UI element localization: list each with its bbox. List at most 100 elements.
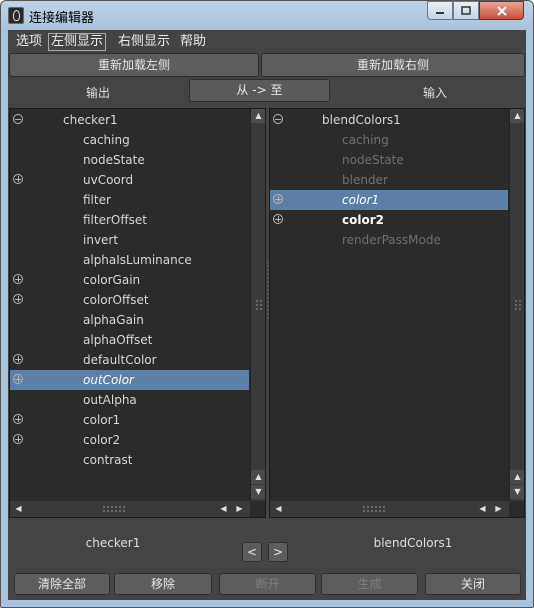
attribute-label: nodeState bbox=[83, 153, 145, 167]
attribute-label: renderPassMode bbox=[342, 233, 441, 247]
expand-icon[interactable] bbox=[273, 214, 283, 224]
scroll-down-icon[interactable]: ▼ bbox=[251, 485, 265, 499]
scroll-up-icon[interactable]: ▲ bbox=[510, 470, 524, 484]
attribute-row[interactable]: alphaIsLuminance bbox=[10, 250, 249, 270]
maximize-icon bbox=[461, 5, 471, 15]
attribute-label: alphaIsLuminance bbox=[83, 253, 192, 267]
attribute-label: outAlpha bbox=[83, 393, 137, 407]
attribute-label: filterOffset bbox=[83, 213, 147, 227]
left-horizontal-scrollbar[interactable]: ◀ ◀ ▶ bbox=[10, 501, 250, 517]
reload-right-button[interactable]: 重新加载右侧 bbox=[261, 53, 525, 77]
menu-bar: 选项 左侧显示 右侧显示 帮助 bbox=[8, 30, 526, 52]
next-node-button[interactable]: > bbox=[268, 542, 288, 562]
node-row[interactable]: blendColors1 bbox=[270, 110, 508, 130]
close-window-button[interactable] bbox=[479, 1, 524, 20]
attribute-label: color2 bbox=[83, 433, 121, 447]
attribute-row[interactable]: filter bbox=[10, 190, 249, 210]
expand-icon[interactable] bbox=[13, 414, 23, 424]
attribute-label: nodeState bbox=[342, 153, 404, 167]
attribute-label: color2 bbox=[342, 213, 384, 227]
attribute-label: color1 bbox=[342, 193, 380, 207]
attribute-row[interactable]: blender bbox=[270, 170, 508, 190]
attribute-row[interactable]: contrast bbox=[10, 450, 249, 470]
attribute-row[interactable]: colorOffset bbox=[10, 290, 249, 310]
scroll-down-icon[interactable]: ▼ bbox=[510, 485, 524, 499]
scroll-right-icon[interactable]: ▶ bbox=[233, 502, 246, 516]
attribute-label: blender bbox=[342, 173, 388, 187]
expand-icon[interactable] bbox=[13, 434, 23, 444]
attribute-row[interactable]: nodeState bbox=[10, 150, 249, 170]
remove-button[interactable]: 移除 bbox=[114, 573, 212, 595]
break-button[interactable]: 断开 bbox=[219, 573, 316, 595]
scroll-grip[interactable] bbox=[102, 505, 126, 513]
editor-client-area: 选项 左侧显示 右侧显示 帮助 重新加载左侧 重新加载右侧 输出 从 -> 至 … bbox=[8, 30, 526, 600]
clear-all-button[interactable]: 清除全部 bbox=[14, 573, 110, 595]
collapse-icon[interactable] bbox=[273, 114, 283, 124]
attribute-row[interactable]: outAlpha bbox=[10, 390, 249, 410]
attribute-label: colorOffset bbox=[83, 293, 149, 307]
attribute-row[interactable]: renderPassMode bbox=[270, 230, 508, 250]
collapse-icon[interactable] bbox=[13, 114, 23, 124]
from-to-button[interactable]: 从 -> 至 bbox=[189, 79, 330, 102]
attribute-row[interactable]: defaultColor bbox=[10, 350, 249, 370]
scroll-left-icon[interactable]: ◀ bbox=[476, 502, 489, 516]
scroll-grip[interactable] bbox=[514, 299, 522, 311]
attribute-row[interactable]: caching bbox=[10, 130, 249, 150]
reload-left-button[interactable]: 重新加载左侧 bbox=[9, 53, 259, 77]
attribute-row[interactable]: color2 bbox=[10, 430, 249, 450]
connection-editor-window: 连接编辑器 选项 左侧显示 右侧显示 帮助 重新加载左侧 重新加载右侧 输出 从… bbox=[0, 0, 534, 608]
minimize-button[interactable] bbox=[427, 1, 453, 20]
attribute-row[interactable]: nodeState bbox=[270, 150, 508, 170]
attribute-row[interactable]: color1 bbox=[270, 190, 508, 210]
maya-app-icon bbox=[8, 7, 24, 24]
attribute-row[interactable]: filterOffset bbox=[10, 210, 249, 230]
attribute-row[interactable]: caching bbox=[270, 130, 508, 150]
close-button[interactable]: 关闭 bbox=[425, 573, 521, 595]
expand-icon[interactable] bbox=[13, 294, 23, 304]
expand-icon[interactable] bbox=[13, 174, 23, 184]
right-vertical-scrollbar[interactable]: ▲ ▲ ▼ bbox=[509, 109, 524, 501]
scroll-left-icon[interactable]: ◀ bbox=[12, 502, 25, 516]
scroll-left-icon[interactable]: ◀ bbox=[272, 502, 285, 516]
scroll-right-icon[interactable]: ▶ bbox=[492, 502, 505, 516]
node-row[interactable]: checker1 bbox=[10, 110, 249, 130]
scroll-up-icon[interactable]: ▲ bbox=[251, 109, 265, 123]
node-name: checker1 bbox=[63, 113, 118, 127]
scroll-up-icon[interactable]: ▲ bbox=[510, 109, 524, 123]
attribute-row[interactable]: uvCoord bbox=[10, 170, 249, 190]
scroll-grip[interactable] bbox=[255, 299, 263, 311]
expand-icon[interactable] bbox=[13, 354, 23, 364]
right-horizontal-scrollbar[interactable]: ◀ ◀ ▶ bbox=[270, 501, 509, 517]
attribute-label: defaultColor bbox=[83, 353, 157, 367]
input-label: 输入 bbox=[422, 86, 447, 100]
node-name: blendColors1 bbox=[322, 113, 401, 127]
output-label: 输出 bbox=[85, 86, 110, 100]
attribute-row[interactable]: color1 bbox=[10, 410, 249, 430]
menu-options[interactable]: 选项 bbox=[14, 34, 44, 50]
scroll-grip[interactable] bbox=[362, 505, 386, 513]
right-node-name: blendColors1 bbox=[373, 536, 453, 550]
attribute-row[interactable]: color2 bbox=[270, 210, 508, 230]
title-bar[interactable]: 连接编辑器 bbox=[1, 1, 533, 29]
scroll-up-icon[interactable]: ▲ bbox=[251, 470, 265, 484]
attribute-label: caching bbox=[83, 133, 130, 147]
menu-help[interactable]: 帮助 bbox=[178, 34, 208, 50]
expand-icon[interactable] bbox=[13, 374, 23, 384]
attribute-label: colorGain bbox=[83, 273, 141, 287]
make-button[interactable]: 生成 bbox=[321, 573, 418, 595]
attribute-row[interactable]: colorGain bbox=[10, 270, 249, 290]
attribute-row[interactable]: outColor bbox=[10, 370, 249, 390]
attribute-label: invert bbox=[83, 233, 119, 247]
left-vertical-scrollbar[interactable]: ▲ ▲ ▼ bbox=[250, 109, 265, 501]
attribute-label: alphaGain bbox=[83, 313, 144, 327]
menu-right-display[interactable]: 右侧显示 bbox=[116, 34, 172, 50]
prev-node-button[interactable]: < bbox=[242, 542, 262, 562]
attribute-row[interactable]: alphaOffset bbox=[10, 330, 249, 350]
attribute-row[interactable]: alphaGain bbox=[10, 310, 249, 330]
scroll-left-icon[interactable]: ◀ bbox=[217, 502, 230, 516]
expand-icon[interactable] bbox=[273, 194, 283, 204]
attribute-row[interactable]: invert bbox=[10, 230, 249, 250]
menu-left-display[interactable]: 左侧显示 bbox=[48, 33, 107, 51]
maximize-button[interactable] bbox=[453, 1, 479, 20]
expand-icon[interactable] bbox=[13, 274, 23, 284]
